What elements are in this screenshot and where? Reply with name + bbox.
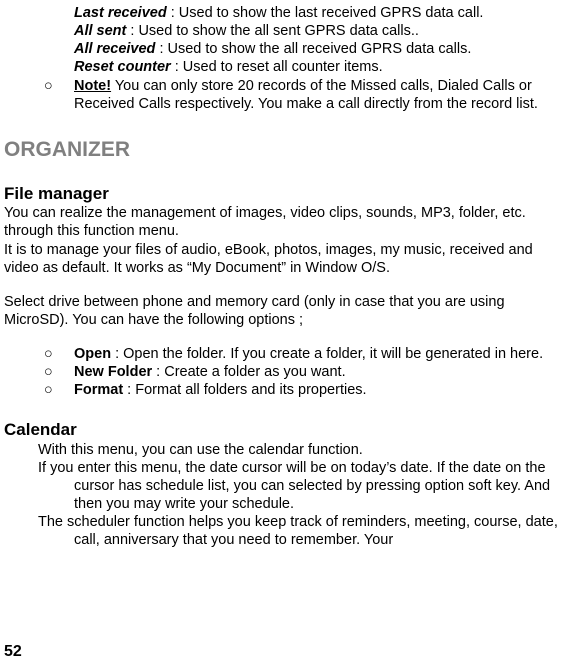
bullet-icon: ○ xyxy=(38,381,74,399)
bullet-icon: ○ xyxy=(38,77,74,113)
heading-organizer: ORGANIZER xyxy=(4,137,569,163)
cal-paragraph-3: The scheduler function helps you keep tr… xyxy=(38,513,569,549)
item-label: New Folder xyxy=(74,364,152,380)
text: : Used to show the all sent GPRS data ca… xyxy=(126,23,419,39)
label: Reset counter xyxy=(74,59,171,75)
fm-paragraph-2: It is to manage your files of audio, eBo… xyxy=(4,241,569,277)
label: Last received xyxy=(74,5,167,21)
note-content: Note! You can only store 20 records of t… xyxy=(74,77,569,113)
bullet-icon: ○ xyxy=(38,363,74,381)
heading-file-manager: File manager xyxy=(4,183,569,204)
list-item: ○ Format : Format all folders and its pr… xyxy=(4,381,569,399)
item-label: Format xyxy=(74,382,123,398)
definition-all-received: All received : Used to show the all rece… xyxy=(4,40,569,58)
text: : Used to reset all counter items. xyxy=(171,59,383,75)
cal-paragraph-2: If you enter this menu, the date cursor … xyxy=(38,459,569,513)
note-label: Note! xyxy=(74,78,111,94)
text: : Used to show the all received GPRS dat… xyxy=(155,41,471,57)
item-text: : Open the folder. If you create a folde… xyxy=(111,346,543,362)
definition-reset-counter: Reset counter : Used to reset all counte… xyxy=(4,58,569,76)
list-item: ○ Open : Open the folder. If you create … xyxy=(4,345,569,363)
list-item: ○ New Folder : Create a folder as you wa… xyxy=(4,363,569,381)
page-number: 52 xyxy=(4,642,22,662)
definition-last-received: Last received : Used to show the last re… xyxy=(4,4,569,22)
fm-paragraph-3: Select drive between phone and memory ca… xyxy=(4,293,569,329)
definition-all-sent: All sent : Used to show the all sent GPR… xyxy=(4,22,569,40)
label: All received xyxy=(74,41,155,57)
item-text: : Format all folders and its properties. xyxy=(123,382,366,398)
item-label: Open xyxy=(74,346,111,362)
heading-calendar: Calendar xyxy=(4,419,569,440)
note-row: ○ Note! You can only store 20 records of… xyxy=(4,77,569,113)
bullet-icon: ○ xyxy=(38,345,74,363)
cal-paragraph-1: With this menu, you can use the calendar… xyxy=(38,441,569,459)
text: : Used to show the last received GPRS da… xyxy=(167,5,484,21)
document-page: Last received : Used to show the last re… xyxy=(0,0,581,549)
item-text: : Create a folder as you want. xyxy=(152,364,345,380)
fm-paragraph-1: You can realize the management of images… xyxy=(4,204,569,240)
note-text: You can only store 20 records of the Mis… xyxy=(74,78,538,112)
label: All sent xyxy=(74,23,126,39)
